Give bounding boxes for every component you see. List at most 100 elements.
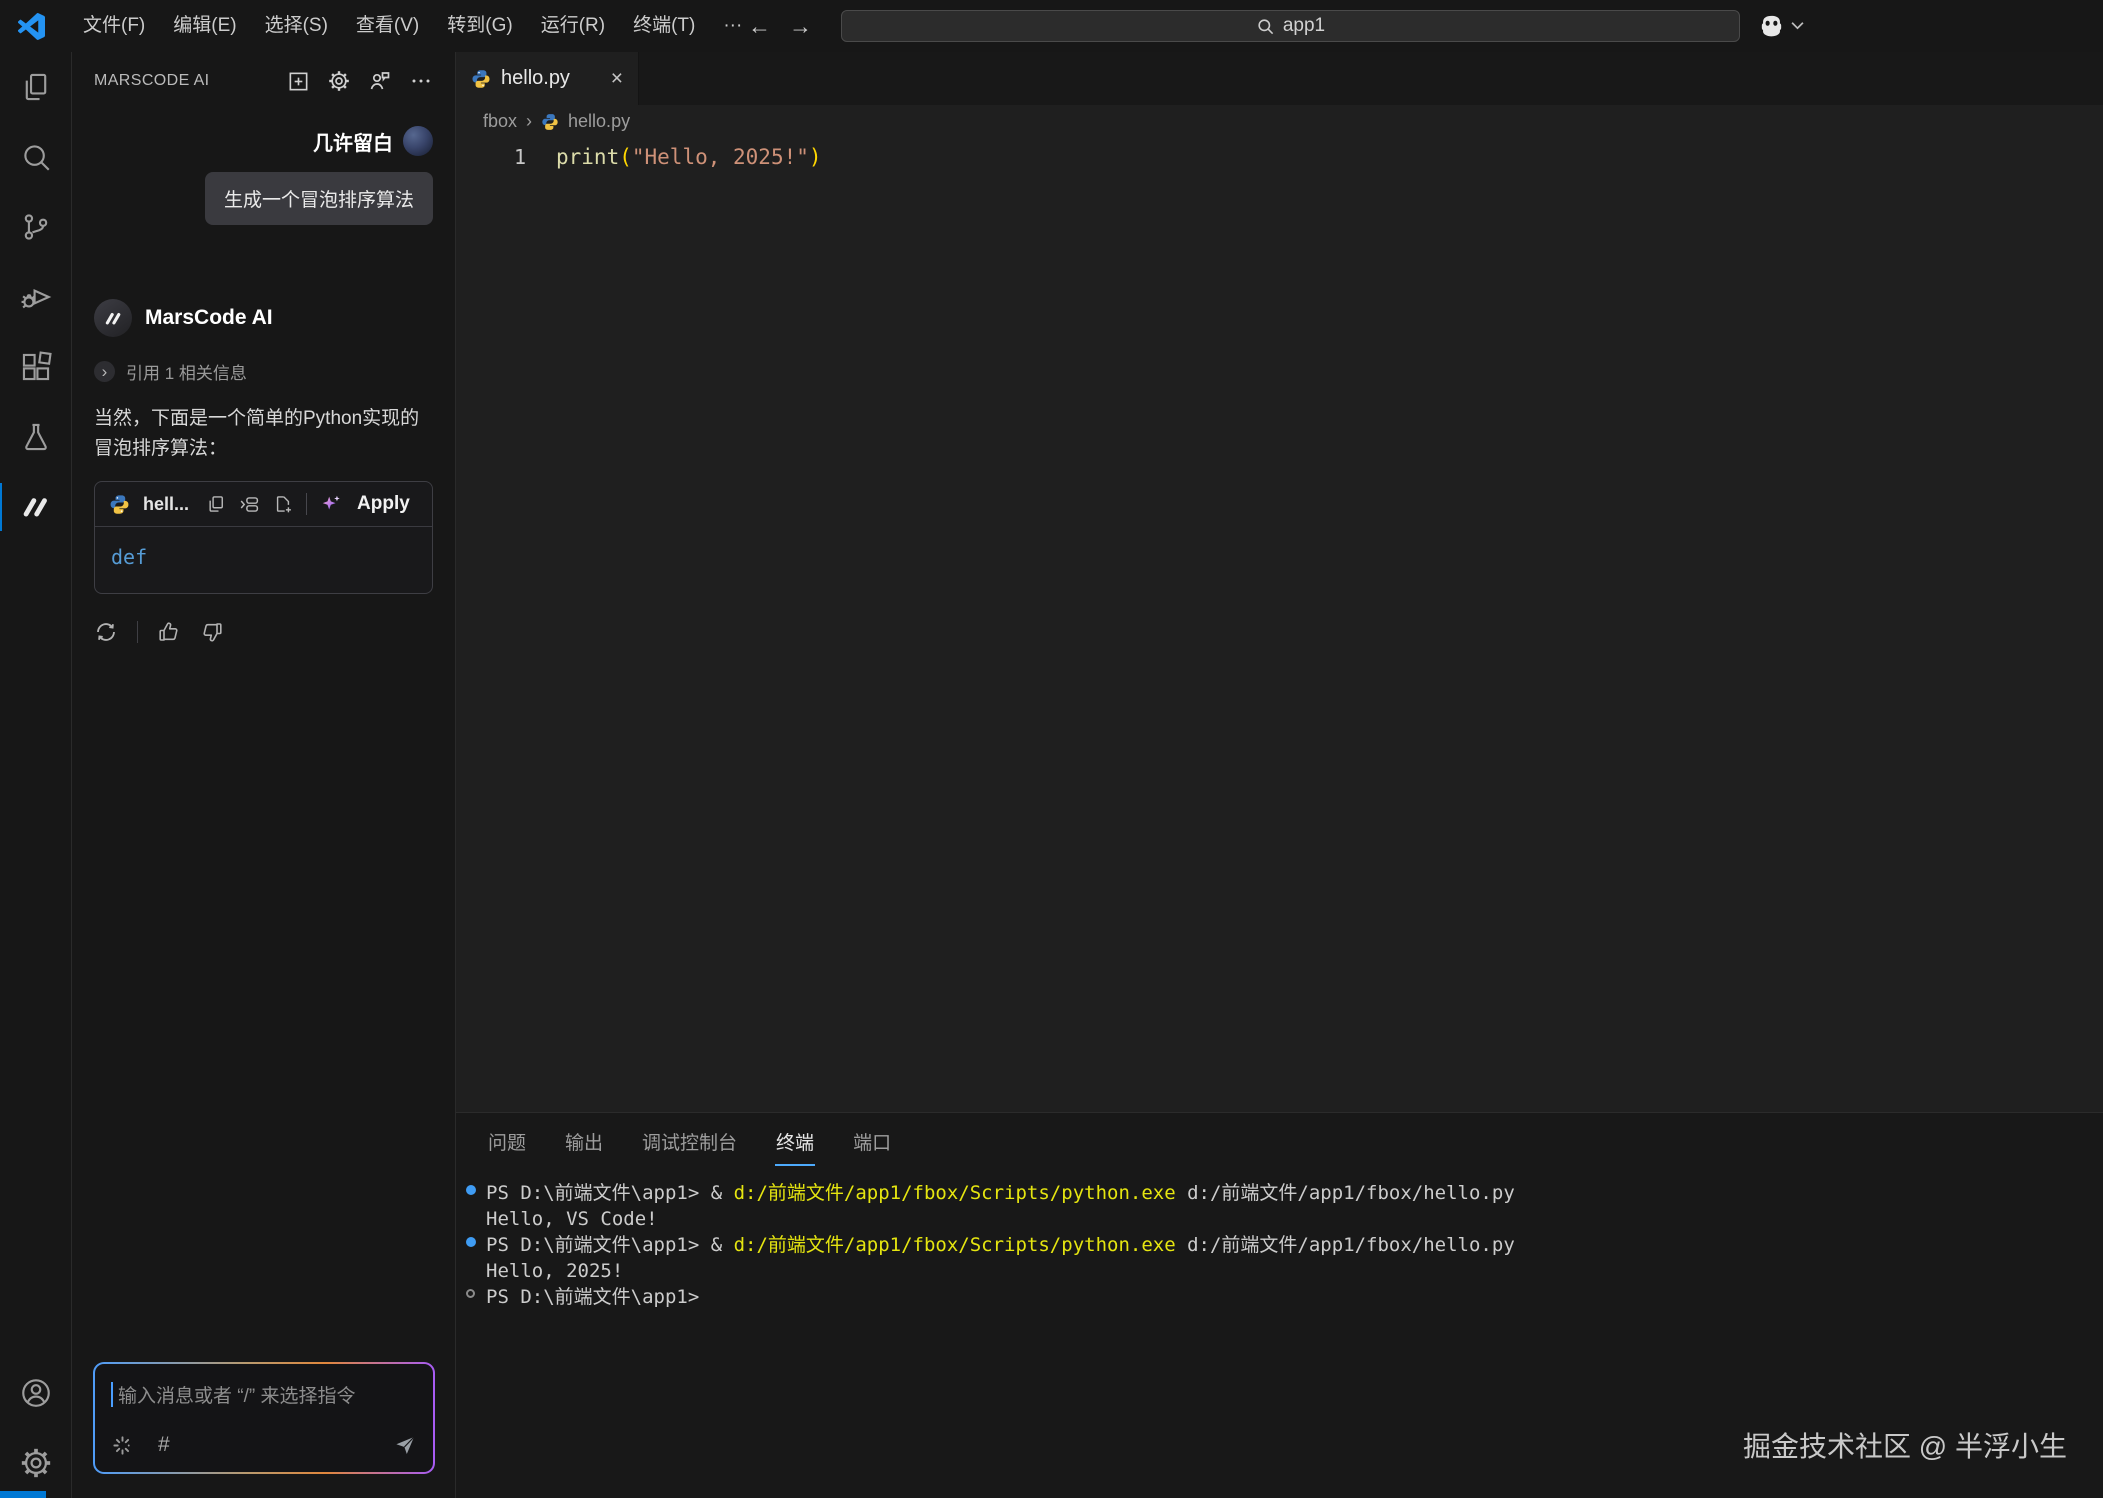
editor-content[interactable]: 1 print("Hello, 2025!") <box>456 138 2103 1112</box>
chat-input-placeholder: 输入消息或者 “/” 来选择指令 <box>118 1381 356 1408</box>
menu-view[interactable]: 查看(V) <box>342 0 433 52</box>
activity-bar <box>0 52 72 1498</box>
activitybar-marscode-ai[interactable] <box>0 472 71 542</box>
history-nav: ← → <box>748 0 812 52</box>
marscode-icon <box>19 490 53 524</box>
forward-arrow-icon[interactable]: → <box>789 13 812 40</box>
command-center-search[interactable]: app1 <box>841 10 1740 42</box>
menu-run[interactable]: 运行(R) <box>527 0 619 52</box>
search-value: app1 <box>1283 15 1325 37</box>
sidebar-actions <box>287 69 433 93</box>
insert-code-icon[interactable] <box>239 494 260 515</box>
more-actions-icon[interactable] <box>409 69 433 93</box>
chat-history: 几许留白 生成一个冒泡排序算法 MarsCode AI › 引用 1 相关信息 <box>72 110 455 1362</box>
menu-go[interactable]: 转到(G) <box>433 0 526 52</box>
gear-icon <box>19 1446 53 1480</box>
chat-input[interactable]: 输入消息或者 “/” 来选择指令 # <box>95 1364 433 1472</box>
menu-file[interactable]: 文件(F) <box>69 0 159 52</box>
menu-bar: 文件(F) 编辑(E) 选择(S) 查看(V) 转到(G) 运行(R) 终端(T… <box>69 0 756 52</box>
terminal-output-line: Hello, VS Code! <box>465 1206 2103 1232</box>
user-message-header: 几许留白 <box>94 126 433 156</box>
activitybar-run-debug[interactable] <box>0 262 71 332</box>
panel-tab-debug-console[interactable]: 调试控制台 <box>641 1116 738 1166</box>
panel-tab-problems[interactable]: 问题 <box>487 1116 527 1166</box>
regenerate-icon[interactable] <box>94 620 118 644</box>
chat-input-border: 输入消息或者 “/” 来选择指令 # <box>93 1362 435 1474</box>
user-avatar[interactable] <box>403 126 433 156</box>
copy-icon[interactable] <box>206 494 226 514</box>
tab-hello-py[interactable]: hello.py × <box>456 52 639 105</box>
text-cursor <box>111 1382 113 1407</box>
panel-tab-bar: 问题 输出 调试控制台 终端 端口 <box>487 1116 2103 1166</box>
python-file-icon <box>541 113 559 131</box>
terminal-command-line: PS D:\前端文件\app1> & d:/前端文件/app1/fbox/Scr… <box>465 1232 2103 1258</box>
activitybar-settings[interactable] <box>0 1428 71 1498</box>
menu-selection[interactable]: 选择(S) <box>251 0 342 52</box>
activitybar-explorer[interactable] <box>0 52 71 122</box>
explorer-icon <box>19 70 53 104</box>
search-icon <box>1256 17 1275 36</box>
bottom-panel: 问题 输出 调试控制台 终端 端口 PS D:\前端文件\app1> & d:/… <box>456 1112 2103 1498</box>
menu-terminal[interactable]: 终端(T) <box>619 0 709 52</box>
reference-label: 引用 1 相关信息 <box>126 359 247 384</box>
marscode-avatar <box>94 299 132 337</box>
panel-tab-terminal[interactable]: 终端 <box>775 1116 815 1166</box>
send-icon[interactable] <box>393 1433 417 1457</box>
search-icon <box>19 140 53 174</box>
activitybar-testing[interactable] <box>0 402 71 472</box>
thumbs-down-icon[interactable] <box>200 620 224 644</box>
vscode-window: 文件(F) 编辑(E) 选择(S) 查看(V) 转到(G) 运行(R) 终端(T… <box>0 0 2103 1498</box>
activitybar-search[interactable] <box>0 122 71 192</box>
sparkle-icon <box>320 493 342 515</box>
reference-row[interactable]: › 引用 1 相关信息 <box>94 359 433 384</box>
panel-tab-ports[interactable]: 端口 <box>852 1116 892 1166</box>
sidebar-header: MARSCODE AI <box>72 52 455 110</box>
code-card-code: def <box>111 545 147 569</box>
commands-spark-icon[interactable] <box>111 1434 134 1457</box>
breadcrumb: fbox › hello.py <box>456 105 2103 138</box>
chat-input-toolbar: # <box>111 1433 417 1457</box>
chevron-right-icon: › <box>94 361 115 382</box>
assistant-message-text: 当然，下面是一个简单的Python实现的冒泡排序算法： <box>94 404 433 464</box>
code-snippet-card: hell... <box>94 481 433 594</box>
workbench: MARSCODE AI <box>0 52 2103 1498</box>
thumbs-up-icon[interactable] <box>157 620 181 644</box>
menu-edit[interactable]: 编辑(E) <box>159 0 250 52</box>
tab-label: hello.py <box>501 67 570 90</box>
run-debug-icon <box>19 280 53 314</box>
code-card-filename: hell... <box>143 494 189 515</box>
command-success-dot-icon <box>466 1237 476 1247</box>
chat-input-placeholder-row: 输入消息或者 “/” 来选择指令 <box>111 1381 417 1408</box>
context-hash-icon[interactable]: # <box>158 1433 170 1457</box>
divider <box>137 621 138 643</box>
activity-bar-bottom <box>0 1358 71 1498</box>
line-number: 1 <box>456 145 526 169</box>
chevron-down-icon <box>1791 21 1804 30</box>
code-card-header: hell... <box>95 482 432 527</box>
testing-flask-icon <box>19 420 53 454</box>
user-message-bubble: 生成一个冒泡排序算法 <box>205 172 433 225</box>
activitybar-source-control[interactable] <box>0 192 71 262</box>
chevron-right-icon: › <box>526 111 532 132</box>
activitybar-extensions[interactable] <box>0 332 71 402</box>
feedback-icon[interactable] <box>368 69 392 93</box>
marscode-ai-panel: MARSCODE AI <box>72 52 456 1498</box>
extensions-icon <box>19 350 53 384</box>
title-bar: 文件(F) 编辑(E) 选择(S) 查看(V) 转到(G) 运行(R) 终端(T… <box>0 0 2103 52</box>
python-file-icon <box>471 69 491 89</box>
new-file-icon[interactable] <box>273 494 293 514</box>
watermark-text: 掘金技术社区 @ 半浮小生 <box>1743 1425 2067 1465</box>
back-arrow-icon[interactable]: ← <box>748 13 771 40</box>
new-chat-icon[interactable] <box>287 70 310 93</box>
breadcrumb-folder[interactable]: fbox <box>483 111 517 132</box>
marscode-icon <box>103 308 124 329</box>
panel-tab-output[interactable]: 输出 <box>564 1116 604 1166</box>
terminal-output[interactable]: PS D:\前端文件\app1> & d:/前端文件/app1/fbox/Scr… <box>465 1180 2103 1310</box>
copilot-menu[interactable] <box>1757 11 1804 40</box>
close-icon[interactable]: × <box>611 68 623 89</box>
sidebar-title: MARSCODE AI <box>94 72 210 90</box>
apply-button[interactable]: Apply <box>357 493 410 515</box>
breadcrumb-file[interactable]: hello.py <box>568 111 630 132</box>
gear-icon[interactable] <box>327 69 351 93</box>
activitybar-account[interactable] <box>0 1358 71 1428</box>
